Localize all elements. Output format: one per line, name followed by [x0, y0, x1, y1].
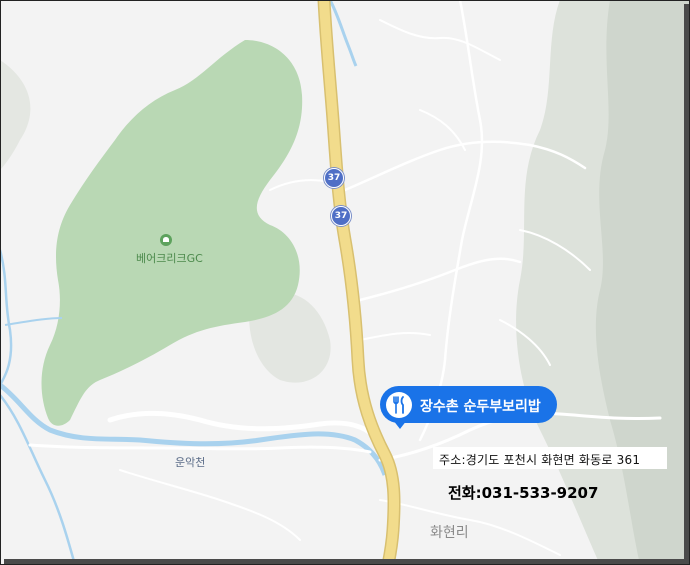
river-label: 운악천 — [175, 456, 206, 469]
phone-text: 전화:031-533-9207 — [448, 484, 599, 502]
map-canvas[interactable] — [0, 0, 690, 565]
marker-name[interactable]: 장수촌 순두부보리밥 — [420, 396, 541, 416]
marker-pointer — [393, 420, 407, 429]
village-label: 화현리 — [430, 525, 469, 541]
frame-shadow-bottom — [4, 559, 690, 565]
frame-shadow-right — [684, 4, 690, 565]
golf-icon — [160, 234, 172, 246]
restaurant-fork-knife-icon — [386, 392, 412, 418]
address-text: 주소:경기도 포천시 화현면 화동로 361 — [439, 453, 641, 467]
golf-course-label[interactable]: 베어크리크GC — [136, 250, 203, 266]
route-37-shield-upper: 37 — [324, 168, 344, 188]
route-37-shield-lower: 37 — [331, 206, 351, 226]
